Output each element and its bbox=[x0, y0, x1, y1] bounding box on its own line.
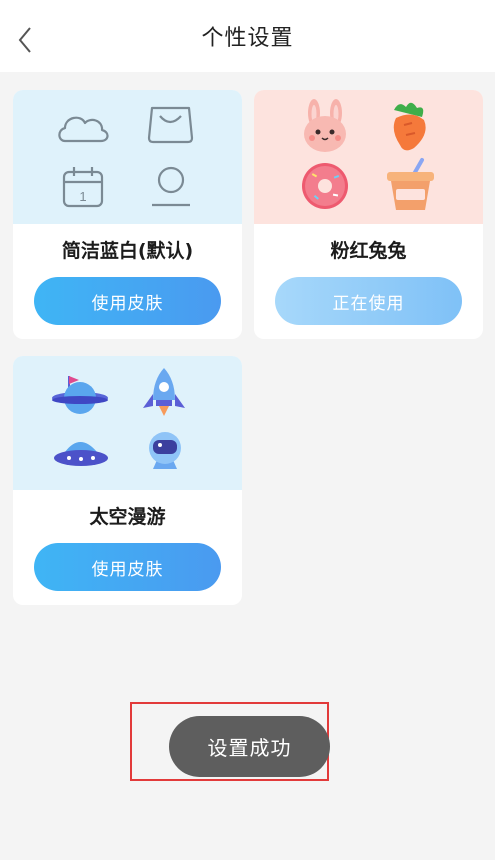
rabbit-icon bbox=[304, 99, 346, 152]
theme-preview: 1 bbox=[13, 90, 242, 224]
top-bar: 个性设置 bbox=[0, 0, 495, 72]
theme-preview bbox=[254, 90, 483, 224]
bag-icon bbox=[147, 106, 194, 144]
cloud-icon bbox=[58, 116, 109, 143]
theme-card-space-roam: 太空漫游 使用皮肤 bbox=[13, 356, 242, 605]
toast-message: 设置成功 bbox=[169, 716, 330, 777]
carrot-icon bbox=[393, 102, 426, 151]
ufo-icon bbox=[54, 442, 108, 466]
astronaut-icon bbox=[149, 432, 181, 469]
use-skin-button[interactable]: 使用皮肤 bbox=[34, 543, 221, 591]
theme-name: 简洁蓝白(默认) bbox=[61, 240, 194, 262]
theme-preview bbox=[13, 356, 242, 490]
theme-card-pink-bunny: 粉红兔兔 正在使用 bbox=[254, 90, 483, 339]
profile-icon bbox=[152, 166, 190, 207]
toast-highlight-box: 设置成功 bbox=[130, 702, 330, 781]
rocket-icon bbox=[143, 368, 185, 416]
page-title: 个性设置 bbox=[201, 26, 294, 51]
theme-card-simple-blue: 1 简洁蓝白(默认) 使用皮肤 bbox=[13, 90, 242, 339]
use-skin-button[interactable]: 使用皮肤 bbox=[34, 277, 221, 325]
planet-flag-icon bbox=[52, 376, 108, 414]
back-button[interactable] bbox=[12, 22, 40, 58]
calendar-day-label: 1 bbox=[79, 189, 86, 204]
donut-icon bbox=[302, 163, 348, 209]
in-use-button[interactable]: 正在使用 bbox=[275, 277, 462, 325]
calendar-icon: 1 bbox=[62, 167, 104, 208]
theme-name: 粉红兔兔 bbox=[330, 240, 407, 262]
theme-name: 太空漫游 bbox=[89, 506, 166, 528]
chevron-left-icon bbox=[18, 27, 31, 53]
drink-cup-icon bbox=[387, 158, 434, 210]
